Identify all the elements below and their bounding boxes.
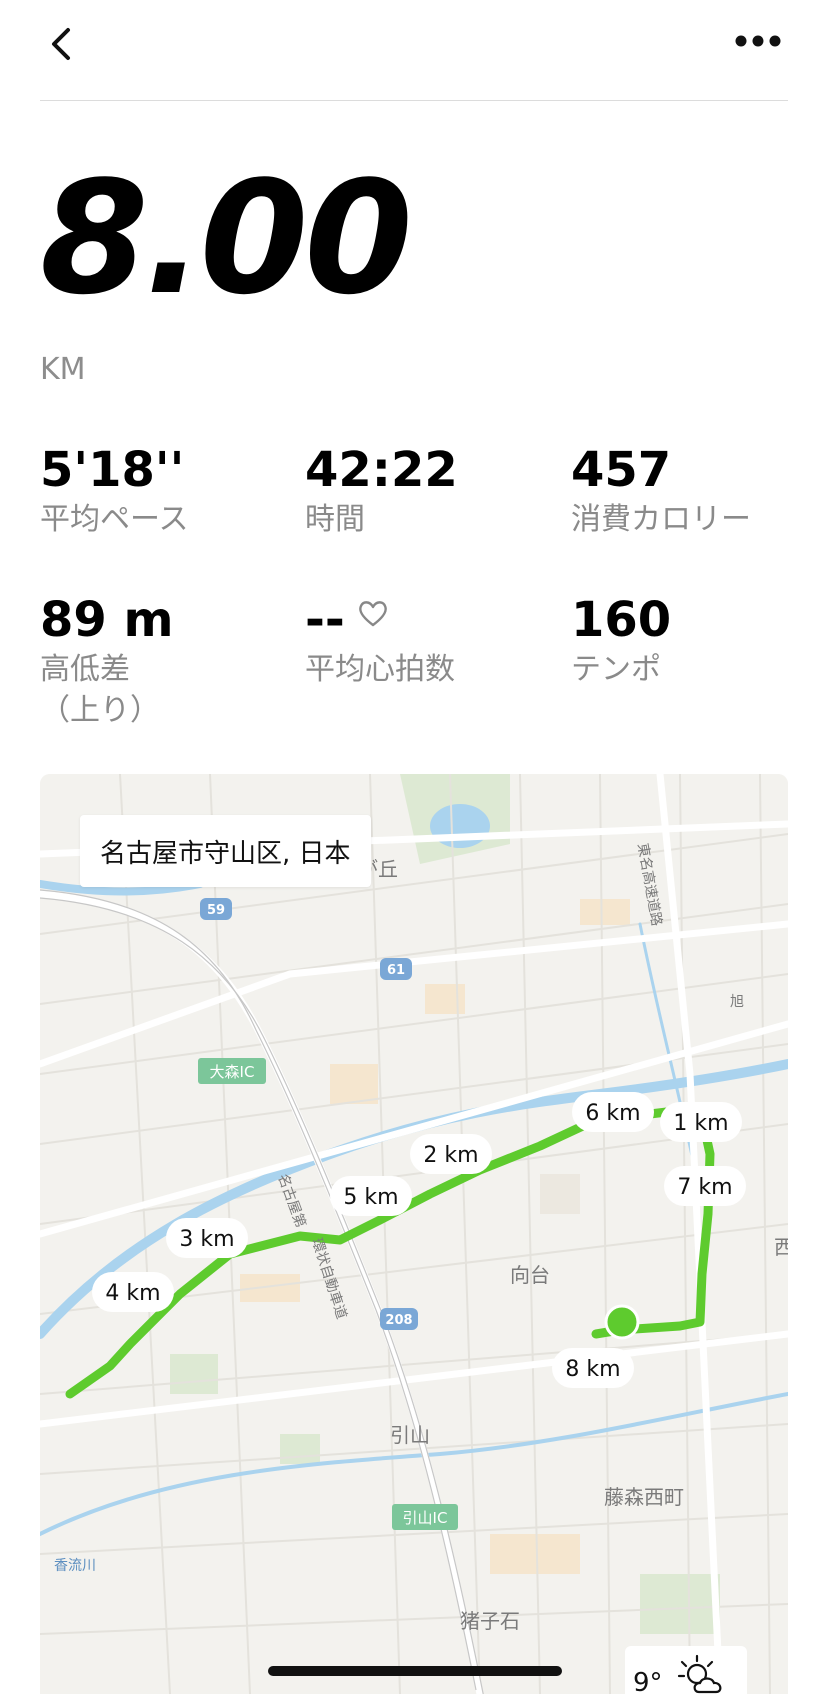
- stat-label: 高低差: [40, 652, 130, 687]
- stat-label: 時間: [305, 502, 365, 537]
- km-marker: 5 km: [343, 1185, 398, 1210]
- stat-label: 平均心拍数: [305, 652, 455, 687]
- stat-value: 457: [571, 442, 672, 498]
- location-label: 名古屋市守山区, 日本: [80, 815, 371, 887]
- stat-value: 160: [571, 592, 672, 648]
- stat-avg-heart-rate: -- 平均心拍数: [305, 596, 455, 691]
- chevron-left-icon: [52, 28, 70, 60]
- stat-label: 平均ペース: [40, 502, 189, 537]
- stat-time: 42:22 時間: [305, 446, 458, 541]
- stat-avg-pace: 5'18'' 平均ペース: [40, 446, 189, 541]
- back-button[interactable]: [40, 22, 84, 66]
- distance-value: 8.00: [40, 147, 413, 329]
- km-marker: 8 km: [565, 1357, 620, 1382]
- stat-value: 42:22: [305, 442, 458, 498]
- map-canvas: 59 61 208 大森IC 引山IC が丘 旭 向台 西 引山 藤森西町 猪子…: [40, 774, 788, 1694]
- heart-outline-icon: [358, 601, 387, 627]
- header-divider: [40, 100, 788, 101]
- place-label: 向台: [510, 1263, 550, 1287]
- stat-value: 5'18'': [40, 442, 185, 498]
- weather-badge: 9°: [625, 1646, 747, 1706]
- place-label: 引山: [390, 1423, 430, 1447]
- route-map[interactable]: 59 61 208 大森IC 引山IC が丘 旭 向台 西 引山 藤森西町 猪子…: [40, 774, 788, 1694]
- distance-unit: KM: [40, 352, 86, 387]
- km-marker: 1 km: [673, 1111, 728, 1136]
- km-marker: 4 km: [105, 1281, 160, 1306]
- place-label: 大森IC: [210, 1063, 255, 1081]
- stat-label: テンポ: [571, 652, 661, 687]
- road-number: 61: [387, 963, 405, 978]
- km-marker: 7 km: [677, 1175, 732, 1200]
- km-marker: 3 km: [179, 1227, 234, 1252]
- road-number: 208: [385, 1313, 412, 1328]
- road-number: 59: [207, 903, 225, 918]
- place-label: 旭: [730, 994, 744, 1010]
- km-marker: 2 km: [423, 1143, 478, 1168]
- stat-value: 89 m: [40, 592, 174, 648]
- stat-elevation-gain: 89 m 高低差 （上り）: [40, 596, 174, 731]
- place-label: 西: [774, 1235, 788, 1259]
- place-label: 引山IC: [403, 1509, 448, 1527]
- km-marker: 6 km: [585, 1101, 640, 1126]
- place-label: 猪子石: [460, 1609, 520, 1633]
- stat-value: --: [305, 592, 345, 648]
- more-horizontal-icon: [735, 35, 781, 47]
- partly-sunny-icon: [677, 1654, 722, 1694]
- stat-cadence: 160 テンポ: [571, 596, 671, 691]
- stat-calories: 457 消費カロリー: [571, 446, 751, 541]
- place-label: 香流川: [54, 1558, 96, 1574]
- stat-label: 消費カロリー: [571, 502, 751, 537]
- route-endpoint-marker: [604, 1304, 640, 1340]
- stat-label-sub: （上り）: [40, 692, 160, 728]
- home-indicator[interactable]: [268, 1666, 562, 1676]
- place-label: 藤森西町: [604, 1485, 684, 1509]
- more-options-button[interactable]: [728, 22, 788, 62]
